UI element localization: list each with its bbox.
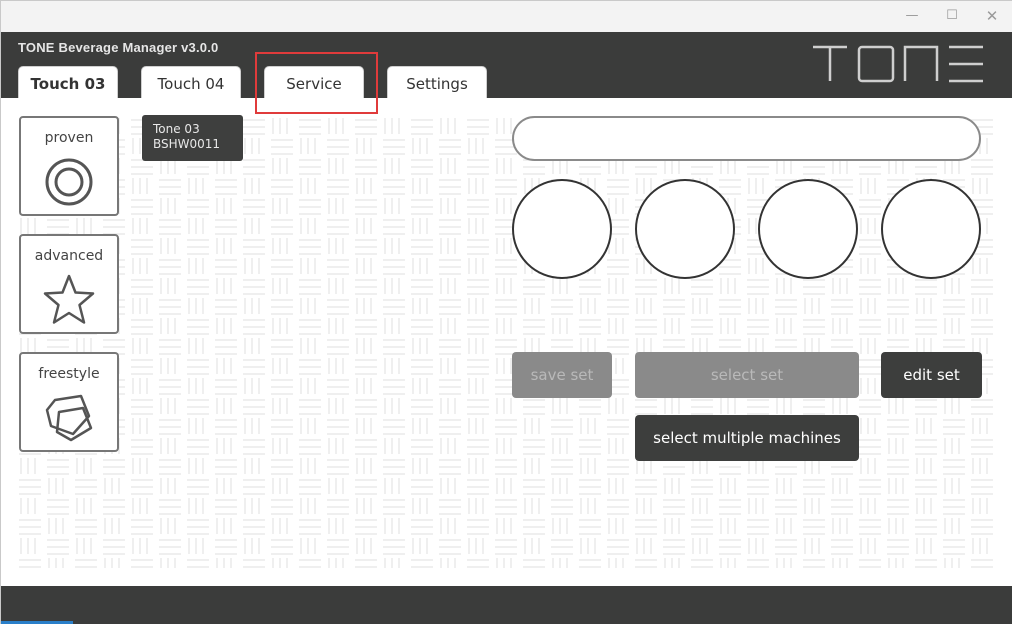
maximize-button[interactable]: ☐ — [940, 5, 964, 27]
mode-advanced-label: advanced — [34, 248, 104, 264]
machine-name: Tone 03 — [153, 122, 200, 136]
footer-bar — [1, 586, 1012, 624]
tone-logo — [813, 45, 983, 83]
app-window: — ☐ ✕ TONE Beverage Manager v3.0.0 Touch… — [0, 0, 1012, 624]
select-set-button[interactable]: select set — [635, 352, 859, 398]
mode-advanced-button[interactable]: advanced — [19, 234, 119, 334]
machine-tag[interactable]: Tone 03 BSHW0011 — [142, 115, 243, 161]
set-name-input[interactable] — [512, 116, 981, 161]
background-pattern — [17, 116, 997, 568]
save-set-button[interactable]: save set — [512, 352, 612, 398]
main-content: proven advanced freestyle Tone 03 BSHW00… — [1, 98, 1012, 586]
minimize-button[interactable]: — — [900, 5, 924, 27]
beverage-slot-3[interactable] — [758, 179, 858, 279]
close-button[interactable]: ✕ — [980, 5, 1004, 27]
machine-serial: BSHW0011 — [153, 137, 221, 151]
app-title: TONE Beverage Manager v3.0.0 — [18, 40, 219, 55]
beverage-slot-1[interactable] — [512, 179, 612, 279]
select-multiple-machines-button[interactable]: select multiple machines — [635, 415, 859, 461]
tab-service[interactable]: Service — [264, 66, 364, 99]
mode-proven-button[interactable]: proven — [19, 116, 119, 216]
cube-icon — [45, 394, 93, 442]
mode-proven-label: proven — [44, 130, 94, 146]
star-icon — [43, 274, 95, 324]
beverage-slot-2[interactable] — [635, 179, 735, 279]
tab-touch-04[interactable]: Touch 04 — [141, 66, 241, 99]
title-bar: — ☐ ✕ — [1, 1, 1012, 32]
edit-set-button[interactable]: edit set — [881, 352, 982, 398]
mode-freestyle-label: freestyle — [38, 366, 100, 382]
beverage-slot-4[interactable] — [881, 179, 981, 279]
mode-freestyle-button[interactable]: freestyle — [19, 352, 119, 452]
target-circle-icon — [45, 158, 93, 206]
tab-settings[interactable]: Settings — [387, 66, 487, 99]
app-header: TONE Beverage Manager v3.0.0 Touch 03 To… — [1, 32, 1012, 100]
tab-touch-03[interactable]: Touch 03 — [18, 66, 118, 100]
